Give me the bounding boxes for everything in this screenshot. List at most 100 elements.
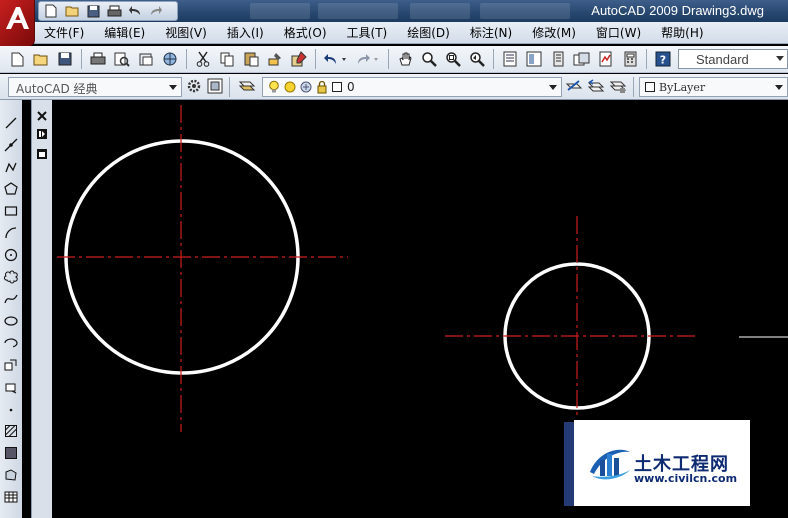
palette-properties-icon[interactable]	[36, 148, 48, 163]
insert-block-icon[interactable]	[2, 356, 20, 374]
match-properties-icon[interactable]	[264, 48, 286, 70]
menu-modify[interactable]: 修改(M)	[532, 24, 588, 41]
close-icon[interactable]	[36, 110, 48, 125]
redo-icon[interactable]	[148, 3, 164, 19]
open-folder-icon[interactable]	[64, 3, 80, 19]
point-icon[interactable]	[2, 400, 20, 418]
toolbar-separator	[315, 49, 316, 69]
polygon-icon[interactable]	[2, 180, 20, 198]
application-menu-button[interactable]	[0, 0, 35, 46]
workspace-dropdown[interactable]: AutoCAD 经典	[8, 77, 182, 97]
text-style-value: Standard	[696, 52, 749, 67]
quick-calc-icon[interactable]	[619, 48, 641, 70]
toolbar-separator	[229, 77, 230, 97]
undo-icon[interactable]	[321, 48, 351, 70]
circle-icon[interactable]	[2, 246, 20, 264]
lock-icon	[317, 80, 327, 94]
save-icon[interactable]	[54, 48, 76, 70]
plot-icon[interactable]	[87, 48, 109, 70]
cut-icon[interactable]	[192, 48, 214, 70]
toolbar-separator	[633, 77, 634, 97]
sun-icon	[284, 81, 296, 93]
menu-view[interactable]: 视图(V)	[165, 24, 219, 41]
civilcn-logo-icon	[590, 449, 630, 480]
watermark: 土木工程网 www.civilcn.com	[564, 420, 750, 506]
ghost-tab	[480, 3, 570, 19]
chevron-down-icon	[549, 85, 557, 90]
ellipse-icon[interactable]	[2, 312, 20, 330]
region-icon[interactable]	[2, 466, 20, 484]
rectangle-icon[interactable]	[2, 202, 20, 220]
revision-cloud-icon[interactable]	[2, 268, 20, 286]
tool-palettes-icon[interactable]	[547, 48, 569, 70]
block-editor-icon[interactable]	[288, 48, 310, 70]
open-folder-icon[interactable]	[30, 48, 52, 70]
zoom-realtime-icon[interactable]	[418, 48, 440, 70]
print-icon[interactable]	[106, 3, 122, 19]
draw-toolbar	[0, 100, 23, 518]
redo-icon[interactable]	[353, 48, 383, 70]
plot-preview-icon[interactable]	[111, 48, 133, 70]
markup-set-manager-icon[interactable]	[595, 48, 617, 70]
spline-icon[interactable]	[2, 290, 20, 308]
menu-edit[interactable]: 编辑(E)	[104, 24, 157, 41]
make-layer-current-icon[interactable]	[565, 78, 583, 97]
toolbar-separator	[81, 49, 82, 69]
ghost-tab	[318, 3, 398, 19]
layer-previous-icon[interactable]	[587, 78, 605, 97]
arc-icon[interactable]	[2, 224, 20, 242]
layers-toolbar: AutoCAD 经典 0 ByLayer	[0, 74, 788, 100]
new-file-icon[interactable]	[43, 3, 59, 19]
menu-help[interactable]: 帮助(H)	[661, 24, 715, 41]
palette-strip	[31, 100, 53, 518]
workspace-value: AutoCAD 经典	[16, 82, 98, 96]
color-dropdown[interactable]: ByLayer	[639, 77, 788, 97]
table-icon[interactable]	[2, 488, 20, 506]
ghost-tab	[410, 3, 470, 19]
menu-dimension[interactable]: 标注(N)	[470, 24, 524, 41]
workspace-settings-icon[interactable]	[186, 78, 202, 97]
text-style-dropdown[interactable]: Standard	[678, 49, 788, 69]
paste-icon[interactable]	[240, 48, 262, 70]
menu-file[interactable]: 文件(F)	[44, 24, 96, 41]
layer-dropdown[interactable]: 0	[262, 77, 562, 97]
chevron-down-icon	[169, 85, 177, 90]
3d-dwf-icon[interactable]	[159, 48, 181, 70]
copy-icon[interactable]	[216, 48, 238, 70]
chevron-down-icon	[775, 85, 783, 90]
hatch-icon[interactable]	[2, 422, 20, 440]
line-icon[interactable]	[2, 114, 20, 132]
menu-window[interactable]: 窗口(W)	[596, 24, 653, 41]
layer-states-icon[interactable]	[609, 78, 627, 97]
menu-tools[interactable]: 工具(T)	[347, 24, 400, 41]
zoom-previous-icon[interactable]	[466, 48, 488, 70]
undo-icon[interactable]	[127, 3, 143, 19]
gradient-icon[interactable]	[2, 444, 20, 462]
make-block-icon[interactable]	[2, 378, 20, 396]
standard-toolbar: ? A Standard	[0, 46, 788, 73]
publish-icon[interactable]	[135, 48, 157, 70]
menu-format[interactable]: 格式(O)	[284, 24, 339, 41]
design-center-icon[interactable]	[523, 48, 545, 70]
color-value: ByLayer	[659, 81, 706, 94]
sheet-set-manager-icon[interactable]	[571, 48, 593, 70]
toolbar-separator	[493, 49, 494, 69]
viewport-freeze-icon	[300, 81, 312, 93]
toolbar-separator	[388, 49, 389, 69]
layer-properties-icon[interactable]	[238, 78, 256, 97]
construction-line-icon[interactable]	[2, 136, 20, 154]
lock-ui-icon[interactable]	[207, 78, 223, 97]
pan-icon[interactable]	[394, 48, 416, 70]
save-icon[interactable]	[85, 3, 101, 19]
menu-insert[interactable]: 插入(I)	[227, 24, 276, 41]
color-swatch-icon	[645, 82, 655, 92]
zoom-window-icon[interactable]	[442, 48, 464, 70]
polyline-icon[interactable]	[2, 158, 20, 176]
quick-access-toolbar	[38, 1, 178, 21]
new-file-icon[interactable]	[6, 48, 28, 70]
auto-hide-icon[interactable]	[36, 128, 48, 143]
ellipse-arc-icon[interactable]	[2, 334, 20, 352]
properties-icon[interactable]	[499, 48, 521, 70]
help-icon[interactable]: ?	[652, 48, 674, 70]
menu-draw[interactable]: 绘图(D)	[407, 24, 462, 41]
